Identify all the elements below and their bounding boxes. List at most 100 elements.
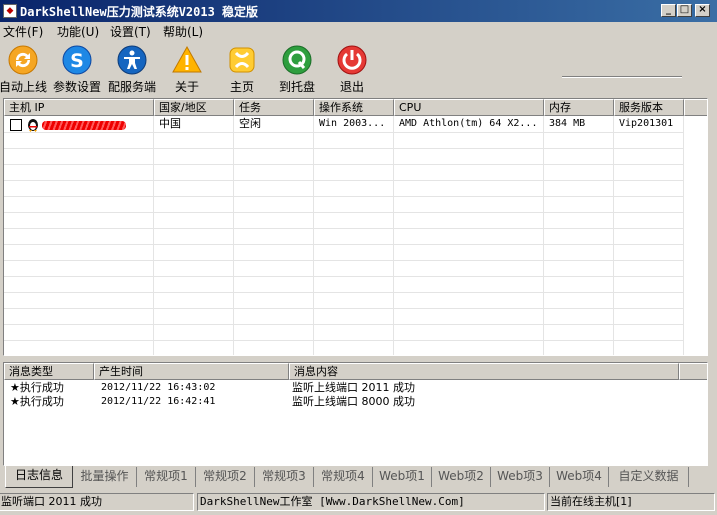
grid-line (4, 340, 684, 341)
host-checkbox[interactable] (10, 119, 22, 131)
tool-label: 到托盘 (278, 80, 315, 94)
grid-line (4, 244, 684, 245)
home-icon (229, 47, 255, 73)
column-memory[interactable]: 内存 (544, 99, 614, 116)
log-time: 2012/11/22 16:42:41 (101, 396, 216, 407)
toolbar: 自动上线 S 参数设置 配服务端 关于 主页 到托盘 退出 (0, 40, 717, 96)
column-os[interactable]: 操作系统 (314, 99, 394, 116)
menu-bar: 文件(F) 功能(U) 设置(T) 帮助(L) (0, 22, 717, 40)
refresh-icon (8, 45, 38, 75)
tab-web-4[interactable]: Web项4 (550, 467, 609, 487)
app-icon: ◆ (3, 4, 17, 18)
tab-web-3[interactable]: Web项3 (491, 467, 550, 487)
skype-s-icon: S (62, 45, 92, 75)
tab-general-4[interactable]: 常规项4 (314, 467, 373, 487)
configure-server-button[interactable]: 配服务端 (103, 44, 161, 94)
accessibility-icon (117, 45, 147, 75)
tool-label: 退出 (339, 80, 364, 94)
grid-line (4, 260, 684, 261)
log-type: ★执行成功 (10, 395, 64, 408)
column-message[interactable]: 消息内容 (289, 363, 679, 380)
grid-line (313, 116, 314, 355)
log-message: 监听上线端口 8000 成功 (292, 395, 415, 408)
about-button[interactable]: 关于 (158, 44, 216, 94)
settings-button[interactable]: S 参数设置 (48, 44, 106, 94)
host-list-header: 主机 IP 国家/地区 任务 操作系统 CPU 内存 服务版本 (4, 99, 707, 116)
grid-line (613, 116, 614, 355)
maximize-button[interactable]: □ (677, 4, 692, 17)
grid-line (4, 212, 684, 213)
host-cpu: AMD Athlon(tm) 64 X2... (399, 118, 538, 129)
title-bar[interactable]: ◆ DarkShellNew压力测试系统V2013 稳定版 _ □ × (0, 0, 717, 22)
column-time[interactable]: 产生时间 (94, 363, 289, 380)
tray-icon (282, 45, 312, 75)
column-host-ip[interactable]: 主机 IP (4, 99, 154, 116)
host-task: 空闲 (239, 117, 261, 130)
exit-button[interactable]: 退出 (323, 44, 381, 94)
home-button[interactable]: 主页 (213, 44, 271, 94)
status-left: 监听端口 2011 成功 (0, 493, 194, 511)
log-list[interactable]: 消息类型 产生时间 消息内容 ★执行成功 2012/11/22 16:43:02… (3, 362, 708, 466)
tab-general-2[interactable]: 常规项2 (196, 467, 255, 487)
menu-help[interactable]: 帮助(L) (163, 23, 203, 40)
grid-line (4, 324, 684, 325)
tool-label: 自动上线 (0, 80, 47, 94)
host-memory: 384 MB (549, 118, 586, 129)
tab-batch[interactable]: 批量操作 (73, 467, 137, 487)
grid-line (233, 116, 234, 355)
tab-web-2[interactable]: Web项2 (432, 467, 491, 487)
grid-line (683, 116, 684, 355)
tab-log-info[interactable]: 日志信息 (5, 466, 73, 488)
tab-custom-data[interactable]: 自定义数据 (609, 467, 689, 487)
grid-line (4, 132, 684, 133)
column-filler (684, 99, 707, 116)
close-button[interactable]: × (695, 4, 710, 17)
bottom-tabs: 日志信息 批量操作 常规项1 常规项2 常规项3 常规项4 Web项1 Web项… (3, 466, 715, 488)
grid-line (4, 196, 684, 197)
grid-line (543, 116, 544, 355)
warning-icon (172, 45, 202, 73)
column-cpu[interactable]: CPU (394, 99, 544, 116)
svg-text:S: S (70, 50, 84, 72)
power-icon (337, 45, 367, 75)
to-tray-button[interactable]: 到托盘 (268, 44, 326, 94)
window-title: DarkShellNew压力测试系统V2013 稳定版 (20, 5, 259, 19)
tab-general-3[interactable]: 常规项3 (255, 467, 314, 487)
status-right: 当前在线主机[1] (547, 493, 715, 511)
status-middle: DarkShellNew工作室 [Www.DarkShellNew.Com] (197, 493, 545, 511)
column-filler (679, 363, 707, 380)
grid-line (4, 164, 684, 165)
column-task[interactable]: 任务 (234, 99, 314, 116)
minimize-button[interactable]: _ (661, 4, 676, 17)
column-message-type[interactable]: 消息类型 (4, 363, 94, 380)
menu-function[interactable]: 功能(U) (57, 23, 99, 40)
tab-general-1[interactable]: 常规项1 (137, 467, 196, 487)
host-os: Win 2003... (319, 118, 386, 129)
tool-label: 参数设置 (52, 80, 101, 94)
grid-line (153, 116, 154, 355)
grid-line (4, 292, 684, 293)
tab-web-1[interactable]: Web项1 (373, 467, 432, 487)
menu-file[interactable]: 文件(F) (3, 23, 43, 40)
tool-label: 关于 (174, 80, 199, 94)
grid-line (393, 116, 394, 355)
log-list-header: 消息类型 产生时间 消息内容 (4, 363, 707, 380)
column-version[interactable]: 服务版本 (614, 99, 684, 116)
column-country[interactable]: 国家/地区 (154, 99, 234, 116)
host-country: 中国 (159, 117, 181, 130)
penguin-icon (28, 119, 38, 132)
host-version: Vip201301 (619, 118, 674, 129)
menu-settings[interactable]: 设置(T) (110, 23, 151, 40)
tool-label: 主页 (229, 80, 254, 94)
grid-line (4, 276, 684, 277)
host-list[interactable]: 主机 IP 国家/地区 任务 操作系统 CPU 内存 服务版本 中国 空闲 Wi… (3, 98, 708, 356)
redacted-ip (42, 121, 126, 130)
grid-line (4, 308, 684, 309)
grid-line (4, 180, 684, 181)
grid-line (4, 228, 684, 229)
grid-line (4, 148, 684, 149)
auto-online-button[interactable]: 自动上线 (0, 44, 52, 94)
tool-label: 配服务端 (107, 80, 156, 94)
status-bar: 监听端口 2011 成功 DarkShellNew工作室 [Www.DarkSh… (0, 491, 717, 513)
toolbar-divider (562, 76, 682, 78)
